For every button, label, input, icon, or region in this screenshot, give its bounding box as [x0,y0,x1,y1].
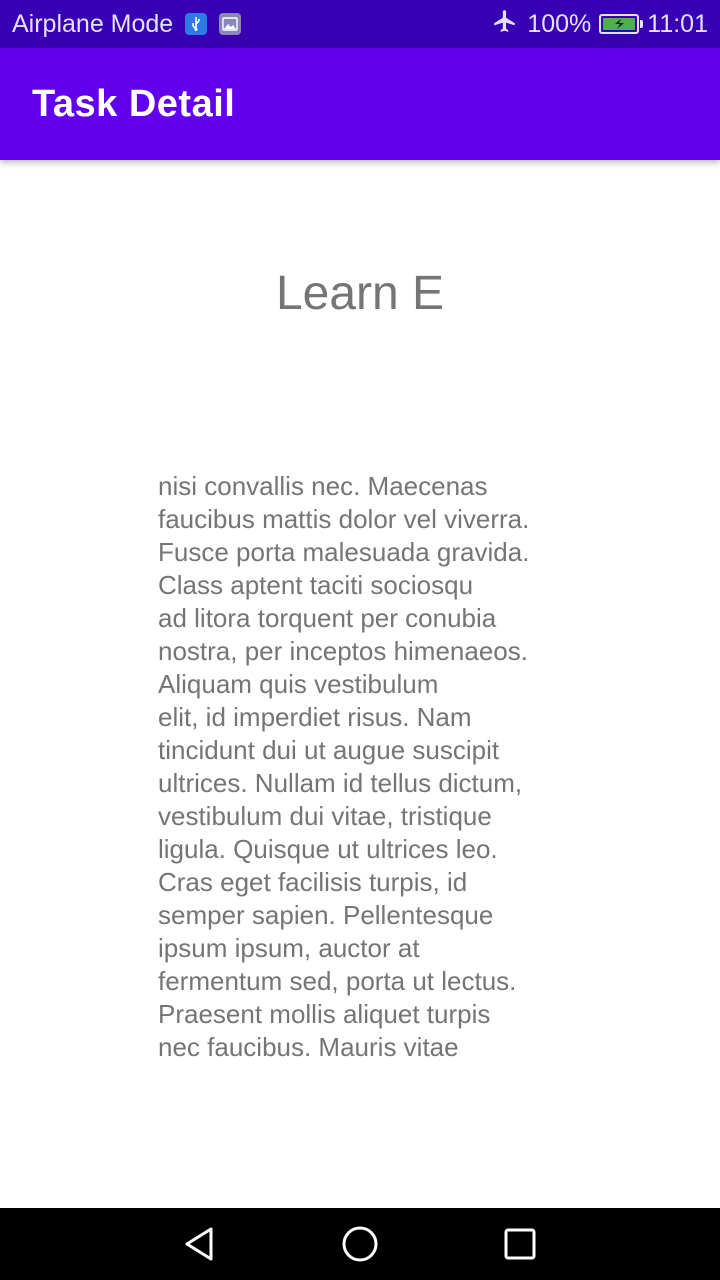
usb-icon [185,13,208,35]
task-description: nisi convallis nec. Maecenas faucibus ma… [158,471,530,1062]
status-left: Airplane Mode [12,9,242,39]
back-icon [185,1227,213,1261]
airplane-mode-label: Airplane Mode [12,9,174,38]
home-icon [342,1226,378,1262]
recents-button[interactable] [495,1219,545,1269]
battery-percent: 100% [527,9,592,38]
status-bar: Airplane Mode 100% 11:01 [0,0,720,48]
screen: Airplane Mode 100% 11:01 Task Detail Lea… [0,0,720,1280]
clock: 11:01 [647,9,708,38]
battery-charging-icon [599,14,644,34]
image-icon [219,13,242,35]
back-button[interactable] [175,1219,225,1269]
navigation-bar [0,1208,720,1280]
home-button[interactable] [335,1219,385,1269]
app-bar-title: Task Detail [32,82,236,125]
app-bar: Task Detail [0,48,720,160]
task-title: Learn E [275,267,445,320]
airplane-icon [491,8,519,41]
status-right: 100% 11:01 [491,8,708,41]
recents-icon [504,1228,536,1260]
